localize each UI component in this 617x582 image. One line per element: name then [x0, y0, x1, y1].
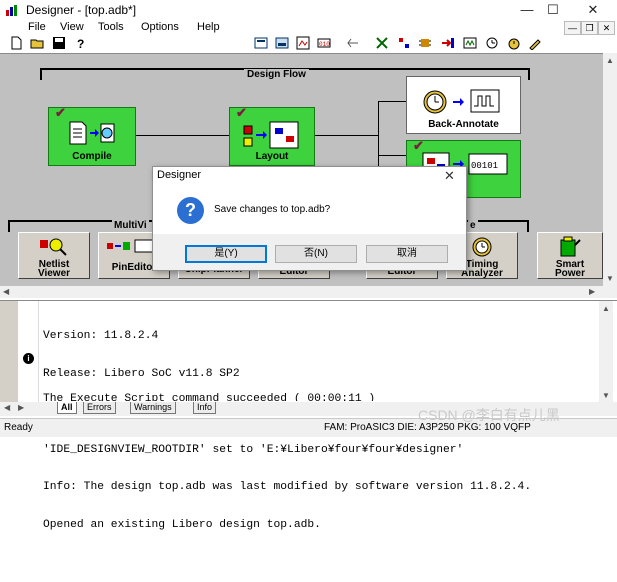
svg-text:00101: 00101: [471, 161, 498, 171]
open-folder-icon[interactable]: [30, 36, 44, 50]
title-bar: Designer - [top.adb*] — ☐ ✕: [0, 0, 617, 20]
back-annotate-label: Back-Annotate: [428, 119, 499, 130]
flow-icon-6[interactable]: [375, 36, 389, 50]
smart-power-label-2: Power: [554, 268, 585, 279]
compile-to-layout-connector: [135, 135, 229, 136]
compile-icon: [69, 121, 115, 145]
cancel-button[interactable]: 取消: [366, 245, 448, 263]
dialog-body: ? Save changes to top.adb?: [153, 186, 466, 234]
design-flow-label: Design Flow: [244, 69, 309, 80]
close-button[interactable]: ✕: [575, 0, 611, 20]
layout-step[interactable]: ✔ Layout: [229, 105, 315, 166]
log-scroll-down-icon[interactable]: ▼: [602, 391, 610, 400]
help-icon[interactable]: ?: [74, 36, 88, 50]
dialog-message: Save changes to top.adb?: [214, 204, 331, 215]
info-icon: i: [23, 353, 34, 364]
save-icon[interactable]: [52, 36, 66, 50]
flow-icon-13[interactable]: [528, 36, 542, 50]
scroll-right-arrow-icon[interactable]: ▶: [589, 287, 595, 296]
timing-analyzer-icon: [472, 237, 492, 257]
multiview-label: MultiVi: [112, 220, 149, 231]
status-ready: Ready: [4, 422, 33, 433]
log-line: 'IDE_DESIGNVIEW_ROOTDIR' set to 'E:¥Libe…: [43, 443, 464, 456]
tab-scroll-right-icon[interactable]: ▶: [18, 403, 24, 412]
flow-icon-7[interactable]: [397, 36, 411, 50]
menu-options[interactable]: Options: [141, 21, 179, 33]
log-line: Release: Libero SoC v11.8 SP2: [43, 367, 240, 380]
menu-tools[interactable]: Tools: [98, 21, 124, 33]
svg-text:010: 010: [319, 41, 330, 48]
log-line: Info: The design top.adb was last modifi…: [43, 481, 532, 494]
menu-view[interactable]: View: [60, 21, 84, 33]
back-annotate-icon: [423, 89, 500, 114]
mdi-close-button[interactable]: ✕: [598, 21, 615, 35]
layout-icon: [243, 121, 299, 149]
watermark: CSDN @李白有点儿黑: [418, 407, 560, 423]
question-icon: ?: [177, 197, 204, 224]
no-button[interactable]: 否(N): [275, 245, 357, 263]
scroll-left-arrow-icon[interactable]: ◀: [3, 287, 9, 296]
compile-label: Compile: [72, 151, 112, 162]
compile-step[interactable]: ✔ Compile: [48, 105, 136, 166]
flow-icon-4[interactable]: 010: [317, 36, 331, 50]
menu-help[interactable]: Help: [197, 21, 220, 33]
log-line: The Execute Script command succeeded ( 0…: [43, 393, 376, 401]
log-last-line-clip: The Execute Script command succeeded ( 0…: [43, 393, 443, 401]
fuse-connector: [378, 155, 406, 156]
dialog-title-bar: Designer ✕: [153, 167, 466, 186]
flow-icon-10[interactable]: [463, 36, 477, 50]
menu-bar: File View Tools Options Help: [0, 20, 617, 34]
log-line: Version: 11.8.2.4: [43, 330, 159, 343]
window-title: Designer - [top.adb*]: [26, 3, 137, 17]
scroll-down-arrow-icon[interactable]: ▼: [606, 274, 614, 283]
scroll-up-arrow-icon[interactable]: ▲: [606, 56, 614, 65]
flow-icon-11[interactable]: [485, 36, 499, 50]
tab-all[interactable]: All: [57, 402, 77, 414]
yes-button[interactable]: 是(Y): [185, 245, 267, 263]
check-icon: ✔: [236, 105, 247, 120]
log-text: Version: 11.8.2.4 Release: Libero SoC v1…: [43, 305, 598, 582]
back-annotate-step[interactable]: Back-Annotate: [406, 76, 521, 134]
mdi-restore-button[interactable]: ❒: [581, 21, 598, 35]
log-vertical-scrollbar[interactable]: ▲ ▼: [599, 301, 613, 404]
backannotate-connector: [378, 101, 406, 102]
flow-icon-8[interactable]: [418, 36, 432, 50]
log-gutter: [0, 301, 18, 404]
flow-icon-2[interactable]: [275, 36, 289, 50]
svg-text:?: ?: [77, 37, 84, 50]
netlist-viewer-icon: [40, 238, 67, 256]
dialog-title: Designer: [157, 169, 202, 181]
flow-icon-5[interactable]: [346, 36, 360, 50]
flow-icon-9[interactable]: [441, 36, 455, 50]
menu-file[interactable]: File: [28, 21, 46, 33]
layout-label: Layout: [255, 151, 289, 162]
flow-horizontal-scrollbar[interactable]: ◀ ▶: [0, 286, 617, 298]
dialog-close-icon[interactable]: ✕: [444, 168, 455, 184]
flow-icon-1[interactable]: [254, 36, 268, 50]
tab-info[interactable]: Info: [193, 402, 217, 414]
smart-power-button[interactable]: Smart Power: [537, 232, 603, 279]
tab-errors[interactable]: Errors: [83, 402, 116, 414]
flow-icon-3[interactable]: [296, 36, 310, 50]
smart-power-icon: [560, 236, 581, 257]
right-frame-label: e: [468, 220, 478, 231]
check-icon: ✔: [55, 105, 66, 120]
save-changes-dialog: Designer ✕ ? Save changes to top.adb? 是(…: [152, 166, 467, 271]
new-file-icon[interactable]: [9, 36, 23, 50]
tab-warnings[interactable]: Warnings: [130, 402, 176, 414]
flow-vertical-scrollbar[interactable]: ▲ ▼: [603, 53, 617, 286]
tab-scroll-left-icon[interactable]: ◀: [4, 403, 10, 412]
log-scroll-up-icon[interactable]: ▲: [602, 304, 610, 313]
maximize-button[interactable]: ☐: [535, 0, 571, 20]
mdi-minimize-button[interactable]: —: [564, 21, 581, 35]
flow-icon-12[interactable]: [507, 36, 521, 50]
netlist-viewer-label-2: Viewer: [37, 268, 71, 279]
netlist-viewer-button[interactable]: Netlist Viewer: [18, 232, 90, 279]
layout-connector: [313, 135, 378, 136]
log-line: Opened an existing Libero design top.adb…: [43, 519, 321, 532]
app-icon: [6, 5, 17, 16]
